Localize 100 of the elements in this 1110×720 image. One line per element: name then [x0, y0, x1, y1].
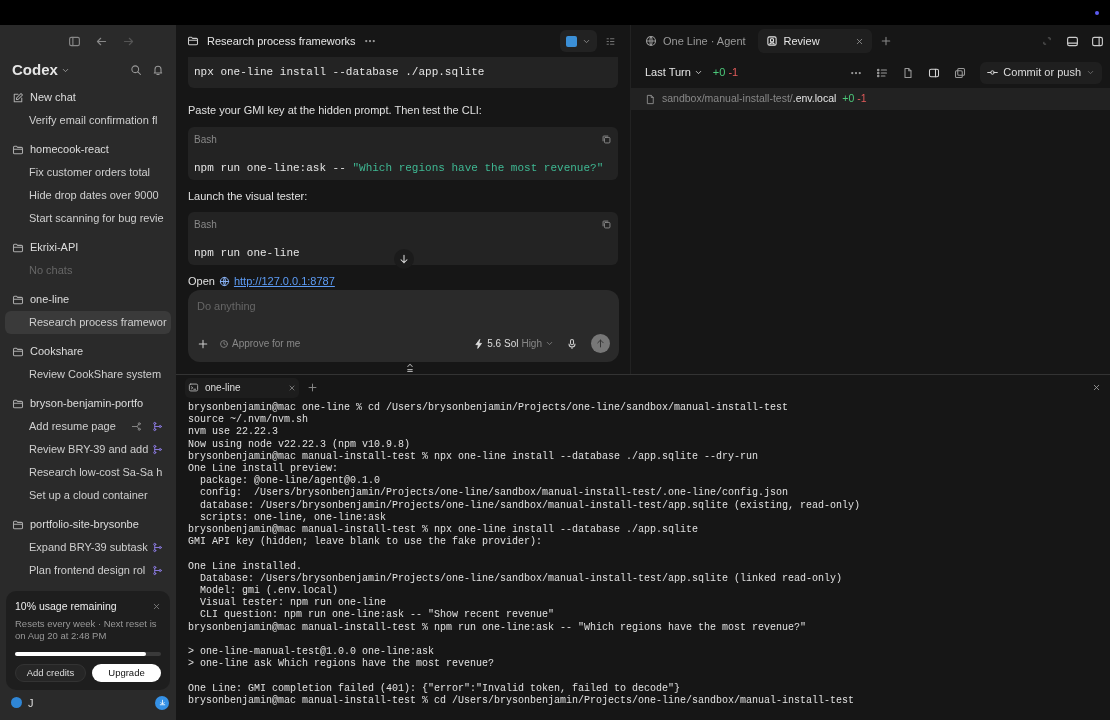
file-icon — [645, 93, 656, 105]
terminal-icon — [188, 382, 199, 393]
branch-icon — [152, 421, 163, 432]
panel-tab[interactable]: Review — [757, 29, 872, 53]
empty-text: No chats — [29, 263, 73, 279]
terminal-line: config: /Users/brysonbenjamin/Projects/one-line/sandbox/manual-install-test/.one-line/config.json — [199, 487, 790, 500]
folder-icon — [12, 345, 24, 358]
bottom-panel-icon[interactable] — [1066, 34, 1079, 48]
scope-dropdown[interactable]: Last Turn — [645, 64, 703, 81]
project-name[interactable]: bryson-benjamin-portfo — [30, 395, 144, 412]
open-in-editor-button[interactable] — [560, 30, 597, 52]
sidebar-chat-item[interactable]: Hide drop dates over 9000 — [5, 184, 171, 207]
bolt-icon — [474, 338, 485, 349]
bell-icon[interactable] — [152, 64, 164, 76]
commit-button[interactable]: Commit or push — [980, 61, 1102, 84]
plus-icon[interactable] — [879, 35, 892, 47]
sidebar-chat-item[interactable]: Research low-cost Sa-Sa h — [5, 461, 171, 484]
caret-icon — [693, 68, 703, 77]
add-credits-button[interactable]: Add credits — [15, 663, 86, 682]
list-icon[interactable] — [876, 66, 889, 79]
caret-icon[interactable] — [545, 339, 554, 348]
search-icon[interactable] — [130, 64, 142, 76]
plus-icon[interactable] — [307, 382, 318, 393]
folder-icon — [12, 293, 24, 306]
review-icon — [765, 35, 778, 47]
app-title[interactable]: Codex — [12, 58, 58, 82]
close-icon[interactable] — [288, 383, 296, 392]
paragraph: Paste your GMI key at the hidden prompt. Then test the CLI: — [188, 103, 483, 118]
sidebar-chat-item[interactable]: Review CookShare system — [5, 363, 171, 386]
sidebar-toggle-icon[interactable] — [68, 34, 81, 48]
commit-icon — [987, 67, 999, 78]
new-chat-icon[interactable] — [12, 91, 24, 104]
globe-icon — [218, 275, 230, 287]
sidebar-chat-item[interactable]: Expand BRY-39 subtask — [5, 536, 171, 559]
sidebar-chat-item[interactable]: Verify email confirmation fl — [5, 109, 171, 132]
avatar-icon[interactable] — [11, 697, 22, 709]
split-view-icon[interactable] — [928, 66, 941, 79]
terminal-line: brysonbenjamin@mac manual-install-test % npx one-line install --database ./app.sqlite — [188, 524, 700, 536]
close-icon[interactable] — [152, 602, 161, 612]
file-path: sandbox/manual-install-test/.env.local — [662, 91, 837, 107]
sidebar-chat-item[interactable]: Research process framewor — [5, 311, 171, 334]
effort-level[interactable]: High — [521, 336, 542, 351]
project-name[interactable]: homecook-react — [30, 141, 109, 158]
copy-icon[interactable] — [601, 133, 612, 145]
terminal-line: One Line install preview: — [188, 463, 340, 475]
tasks-icon[interactable] — [605, 35, 616, 47]
download-button[interactable] — [155, 695, 169, 710]
copy-icon[interactable] — [601, 219, 612, 230]
terminal-line: One Line installed. — [188, 560, 304, 573]
terminal-line: source ~/.nvm/nvm.sh — [188, 414, 310, 427]
usage-text: Resets every week · Next reset is on Aug 20 at 2:48 PM — [15, 617, 158, 642]
sidebar-chat-item[interactable]: Fix customer orders total — [5, 161, 171, 184]
new-chat-link[interactable]: New chat — [30, 89, 76, 106]
terminal-line: One Line: GMI completion failed (401): {"error":"Invalid token, failed to decode"} — [188, 682, 682, 695]
microphone-icon[interactable] — [566, 337, 578, 350]
code-language-label: Bash — [194, 218, 218, 232]
up-arrow-icon — [595, 338, 606, 349]
project-name[interactable]: one-line — [30, 291, 70, 308]
resize-handle-icon[interactable] — [404, 362, 416, 374]
share-icon[interactable] — [131, 421, 142, 432]
code-line: npm run one-line — [194, 246, 300, 261]
chat-title: Research process frameworks — [207, 33, 356, 49]
sidebar-chat-item[interactable]: Plan frontend design rol — [5, 559, 171, 582]
usage-title: 10% usage remaining — [15, 599, 118, 614]
terminal-line: Visual tester: npm run one-line — [199, 597, 388, 609]
sidebar-chat-item[interactable]: Set up a cloud container — [5, 484, 171, 507]
panel-tab[interactable]: One Line · Agent — [637, 29, 754, 53]
plus-icon[interactable] — [197, 337, 209, 350]
terminal-line: brysonbenjamin@mac manual-install-test % cd /Users/brysonbenjamin/Projects/one-line/sandbox/manual-install-test — [188, 694, 856, 708]
composer[interactable]: Do anything Approve for me 5.6 Sol High — [188, 290, 619, 362]
project-name[interactable]: Cookshare — [30, 343, 84, 360]
model-name[interactable]: 5.6 Sol — [487, 336, 519, 351]
upgrade-button[interactable]: Upgrade — [92, 663, 161, 682]
clock-icon — [219, 338, 229, 349]
file-search-icon[interactable] — [902, 66, 915, 79]
sidebar-chat-item[interactable]: Review BRY-39 and add — [5, 438, 171, 461]
approval-mode[interactable]: Approve for me — [232, 336, 301, 351]
terminal-line: Database: /Users/brysonbenjamin/Projects/one-line/sandbox/manual-install-test/app.sqlite (linked read-only) — [199, 572, 844, 585]
close-icon[interactable] — [1092, 383, 1101, 392]
project-name[interactable]: Ekrixi-API — [30, 239, 79, 256]
globe-icon — [645, 35, 657, 47]
diff-count: +0 -1 — [842, 91, 867, 107]
folder-icon — [12, 397, 24, 410]
duplicate-icon[interactable] — [954, 66, 967, 79]
url-link[interactable]: http://127.0.0.1:8787 — [233, 273, 335, 290]
close-icon[interactable] — [854, 36, 864, 46]
branch-icon — [152, 444, 163, 455]
project-name[interactable]: portfolio-site-brysonbe — [30, 516, 139, 533]
scroll-down-button[interactable] — [394, 249, 414, 269]
terminal-tab[interactable]: one-line — [185, 377, 299, 398]
right-panel-icon[interactable] — [1091, 34, 1104, 48]
changed-file-row[interactable]: sandbox/manual-install-test/.env.local +0 -1 — [631, 88, 1110, 110]
branch-icon — [152, 565, 163, 576]
sidebar-chat-item[interactable]: Start scanning for bug revie — [5, 207, 171, 230]
terminal-line: > one-line-manual-test@1.0.0 one-line:ask — [188, 646, 436, 658]
sidebar-chat-item[interactable]: Add resume page — [5, 415, 171, 438]
folder-icon — [12, 241, 24, 254]
send-button[interactable] — [591, 334, 610, 353]
code-language-label: Bash — [194, 132, 218, 147]
terminal-line: CLI question: npm run one-line:ask -- "Show recent revenue" — [199, 609, 556, 622]
